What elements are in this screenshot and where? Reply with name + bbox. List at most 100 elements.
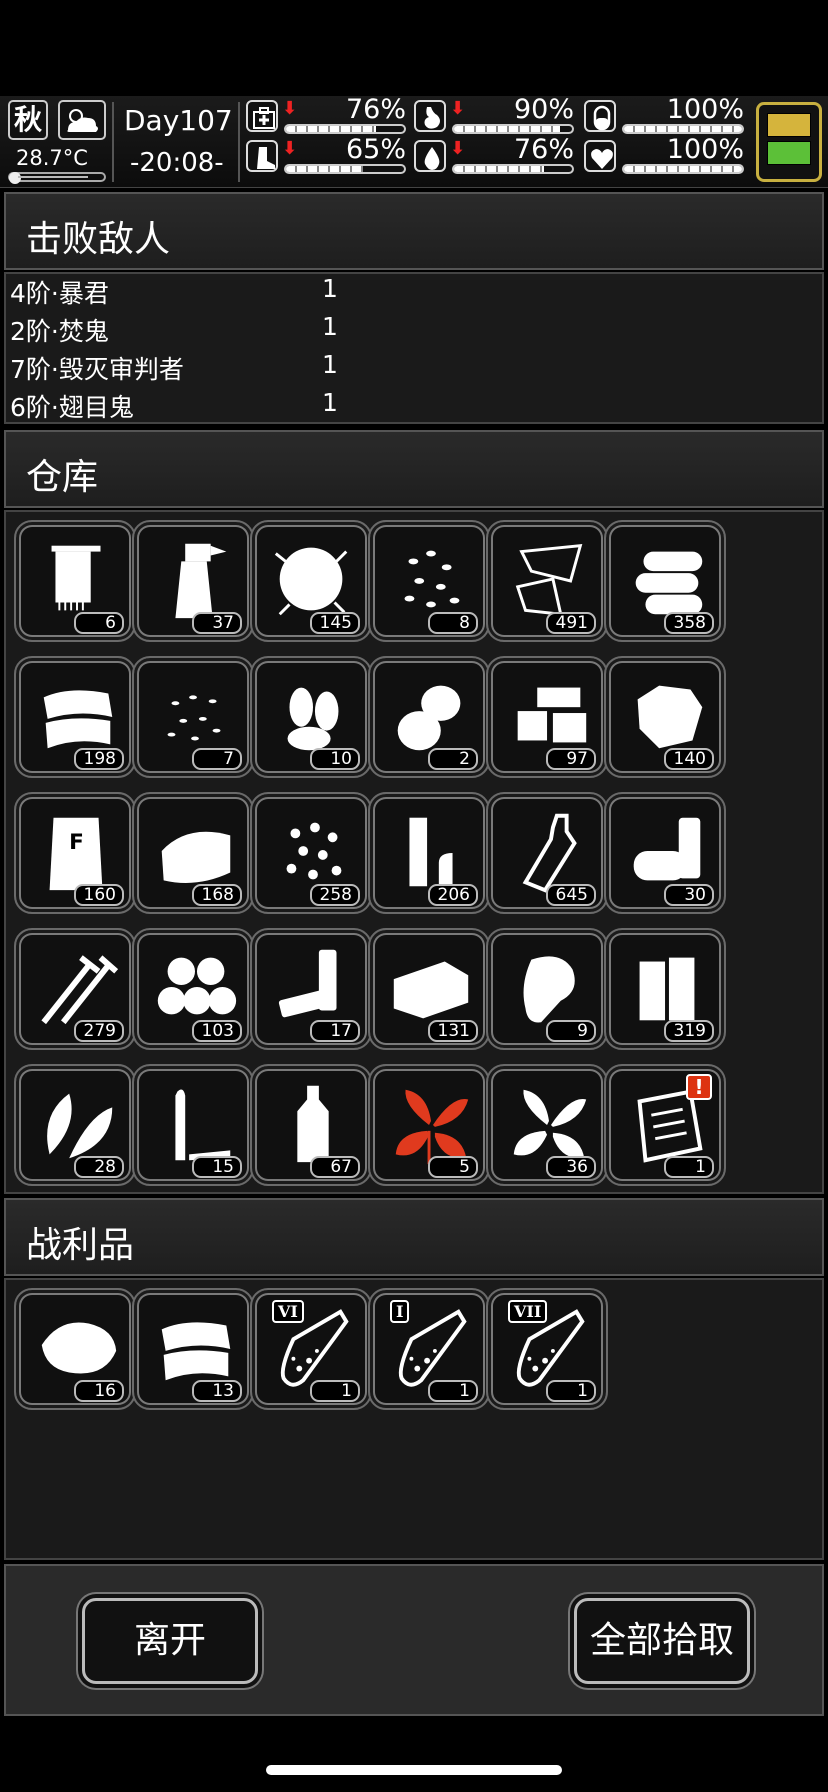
- stat-value: 76%: [345, 94, 406, 125]
- item-slot[interactable]: 131: [368, 928, 490, 1050]
- stat-bar: [284, 164, 406, 174]
- weather-icon: [58, 100, 106, 140]
- item-slot[interactable]: 10: [250, 656, 372, 778]
- item-slot[interactable]: ! 1: [604, 1064, 726, 1186]
- item-quantity: 103: [192, 1020, 242, 1042]
- divider: [112, 102, 114, 182]
- enemy-name: 7阶·毁灭审判者: [10, 355, 184, 384]
- battery-button[interactable]: [756, 102, 822, 182]
- stat-bar: [452, 124, 574, 134]
- season-indicator: 秋: [8, 100, 48, 140]
- item-quantity: 206: [428, 884, 478, 906]
- loot-title: 战利品: [26, 1225, 135, 1266]
- item-quantity: 28: [74, 1156, 124, 1178]
- item-slot[interactable]: 319: [604, 928, 726, 1050]
- day-counter: Day107: [124, 104, 233, 137]
- svg-text:F: F: [69, 830, 84, 855]
- item-slot[interactable]: 37: [132, 520, 254, 642]
- loot-header: 战利品: [4, 1198, 824, 1276]
- item-slot[interactable]: 67: [250, 1064, 372, 1186]
- tier-label: I: [390, 1300, 410, 1323]
- item-quantity: 258: [310, 884, 360, 906]
- item-slot[interactable]: 16: [14, 1288, 136, 1410]
- stat-value: 100%: [666, 134, 744, 165]
- item-slot[interactable]: 9: [486, 928, 608, 1050]
- heart-icon: [584, 140, 616, 172]
- item-quantity: 1: [664, 1156, 714, 1178]
- enemy-count: 1: [322, 274, 338, 303]
- tier-label: VI: [272, 1300, 304, 1323]
- warehouse-grid: 6 37 145 8 491 358 198 7 10 2 97 140 F 160 168 258 206 64…: [4, 510, 824, 1194]
- item-quantity: 16: [74, 1380, 124, 1402]
- item-slot[interactable]: 140: [604, 656, 726, 778]
- item-quantity: 645: [546, 884, 596, 906]
- item-slot[interactable]: 491: [486, 520, 608, 642]
- enemy-name: 6阶·翅目鬼: [10, 393, 134, 422]
- item-slot[interactable]: 15: [132, 1064, 254, 1186]
- medkit-icon: [246, 100, 278, 132]
- item-slot[interactable]: 2: [368, 656, 490, 778]
- pill-icon: [584, 100, 616, 132]
- item-quantity: 145: [310, 612, 360, 634]
- stat-value: 65%: [345, 134, 406, 165]
- item-quantity: 491: [546, 612, 596, 634]
- item-slot[interactable]: 103: [132, 928, 254, 1050]
- home-indicator[interactable]: [266, 1765, 562, 1775]
- stat-stamina: ⬇ 65%: [246, 134, 406, 176]
- stat-sanity: 100%: [584, 94, 744, 136]
- item-slot[interactable]: VII 1: [486, 1288, 608, 1410]
- stat-bar: [284, 124, 406, 134]
- item-quantity: 2: [428, 748, 478, 770]
- item-slot[interactable]: 97: [486, 656, 608, 778]
- enemy-name: 2阶·焚鬼: [10, 317, 109, 346]
- item-quantity: 358: [664, 612, 714, 634]
- item-slot[interactable]: 206: [368, 792, 490, 914]
- battery-level-top: [767, 113, 811, 137]
- water-drop-icon: [414, 140, 446, 172]
- item-slot[interactable]: 6: [14, 520, 136, 642]
- item-quantity: 1: [546, 1380, 596, 1402]
- stat-hunger: ⬇ 90%: [414, 94, 574, 136]
- item-slot[interactable]: 168: [132, 792, 254, 914]
- item-slot[interactable]: F 160: [14, 792, 136, 914]
- defeated-enemies-list: 4阶·暴君 1 2阶·焚鬼 1 7阶·毁灭审判者 1 6阶·翅目鬼 1: [4, 272, 824, 424]
- enemy-count: 1: [322, 350, 338, 379]
- item-slot[interactable]: 358: [604, 520, 726, 642]
- enemy-name: 4阶·暴君: [10, 279, 109, 308]
- item-slot[interactable]: 279: [14, 928, 136, 1050]
- item-quantity: 168: [192, 884, 242, 906]
- item-slot[interactable]: 258: [250, 792, 372, 914]
- loot-grid: 16 13 VI 1 I 1 VII 1: [4, 1278, 824, 1560]
- defeated-enemies-title: 击败敌人: [26, 219, 171, 260]
- clock: -20:08-: [130, 148, 224, 178]
- item-slot[interactable]: 145: [250, 520, 372, 642]
- item-slot[interactable]: 645: [486, 792, 608, 914]
- item-quantity: 198: [74, 748, 124, 770]
- item-quantity: 15: [192, 1156, 242, 1178]
- item-quantity: 131: [428, 1020, 478, 1042]
- item-slot[interactable]: I1: [368, 1288, 490, 1410]
- item-quantity: 10: [310, 748, 360, 770]
- item-slot[interactable]: 28: [14, 1064, 136, 1186]
- item-slot[interactable]: 5: [368, 1064, 490, 1186]
- item-quantity: 7: [192, 748, 242, 770]
- item-slot[interactable]: VI 1: [250, 1288, 372, 1410]
- item-quantity: 36: [546, 1156, 596, 1178]
- item-slot[interactable]: 30: [604, 792, 726, 914]
- item-quantity: 160: [74, 884, 124, 906]
- item-quantity: 6: [74, 612, 124, 634]
- item-slot[interactable]: 17: [250, 928, 372, 1050]
- item-quantity: 9: [546, 1020, 596, 1042]
- item-quantity: 97: [546, 748, 596, 770]
- item-slot[interactable]: 13: [132, 1288, 254, 1410]
- item-slot[interactable]: 7: [132, 656, 254, 778]
- item-slot[interactable]: 36: [486, 1064, 608, 1186]
- item-slot[interactable]: 8: [368, 520, 490, 642]
- item-slot[interactable]: 198: [14, 656, 136, 778]
- tier-label: VII: [508, 1300, 548, 1323]
- item-quantity: 37: [192, 612, 242, 634]
- stat-health: ⬇ 76%: [246, 94, 406, 136]
- take-all-button[interactable]: 全部拾取: [574, 1598, 750, 1684]
- temperature-text: 28.7°C: [16, 146, 88, 170]
- leave-button[interactable]: 离开: [82, 1598, 258, 1684]
